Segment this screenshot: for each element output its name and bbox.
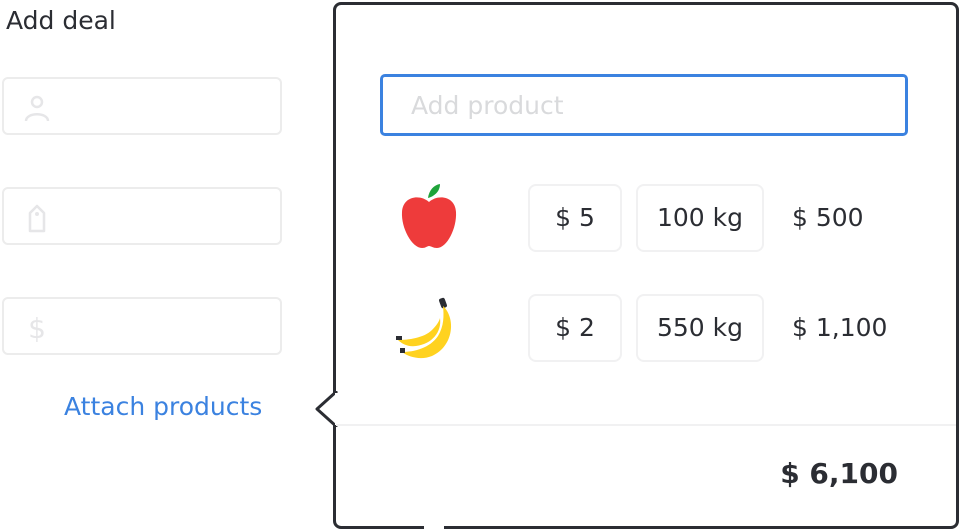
dollar-icon: $ [28, 313, 46, 343]
attach-products-link[interactable]: Attach products [64, 392, 262, 421]
value-field[interactable]: $ [2, 297, 282, 355]
panel-bottom-gap [424, 524, 444, 530]
apple-icon [401, 184, 457, 248]
product-price[interactable]: $ 5 [530, 186, 620, 250]
add-product-input[interactable] [380, 74, 908, 136]
person-icon [24, 95, 50, 122]
total-divider [336, 424, 956, 426]
product-subtotal: $ 1,100 [792, 313, 888, 342]
tag-icon [28, 204, 46, 233]
tag-field[interactable] [2, 187, 282, 245]
popover-pointer [315, 391, 339, 427]
banana-icon [396, 297, 452, 359]
product-subtotal: $ 500 [792, 203, 864, 232]
person-field[interactable] [2, 77, 282, 135]
total-amount: $ 6,100 [780, 457, 898, 490]
product-price[interactable]: $ 2 [530, 296, 620, 360]
page-title: Add deal [6, 6, 116, 35]
svg-text:$: $ [28, 313, 46, 343]
product-quantity[interactable]: 100 kg [638, 186, 762, 250]
product-quantity[interactable]: 550 kg [638, 296, 762, 360]
